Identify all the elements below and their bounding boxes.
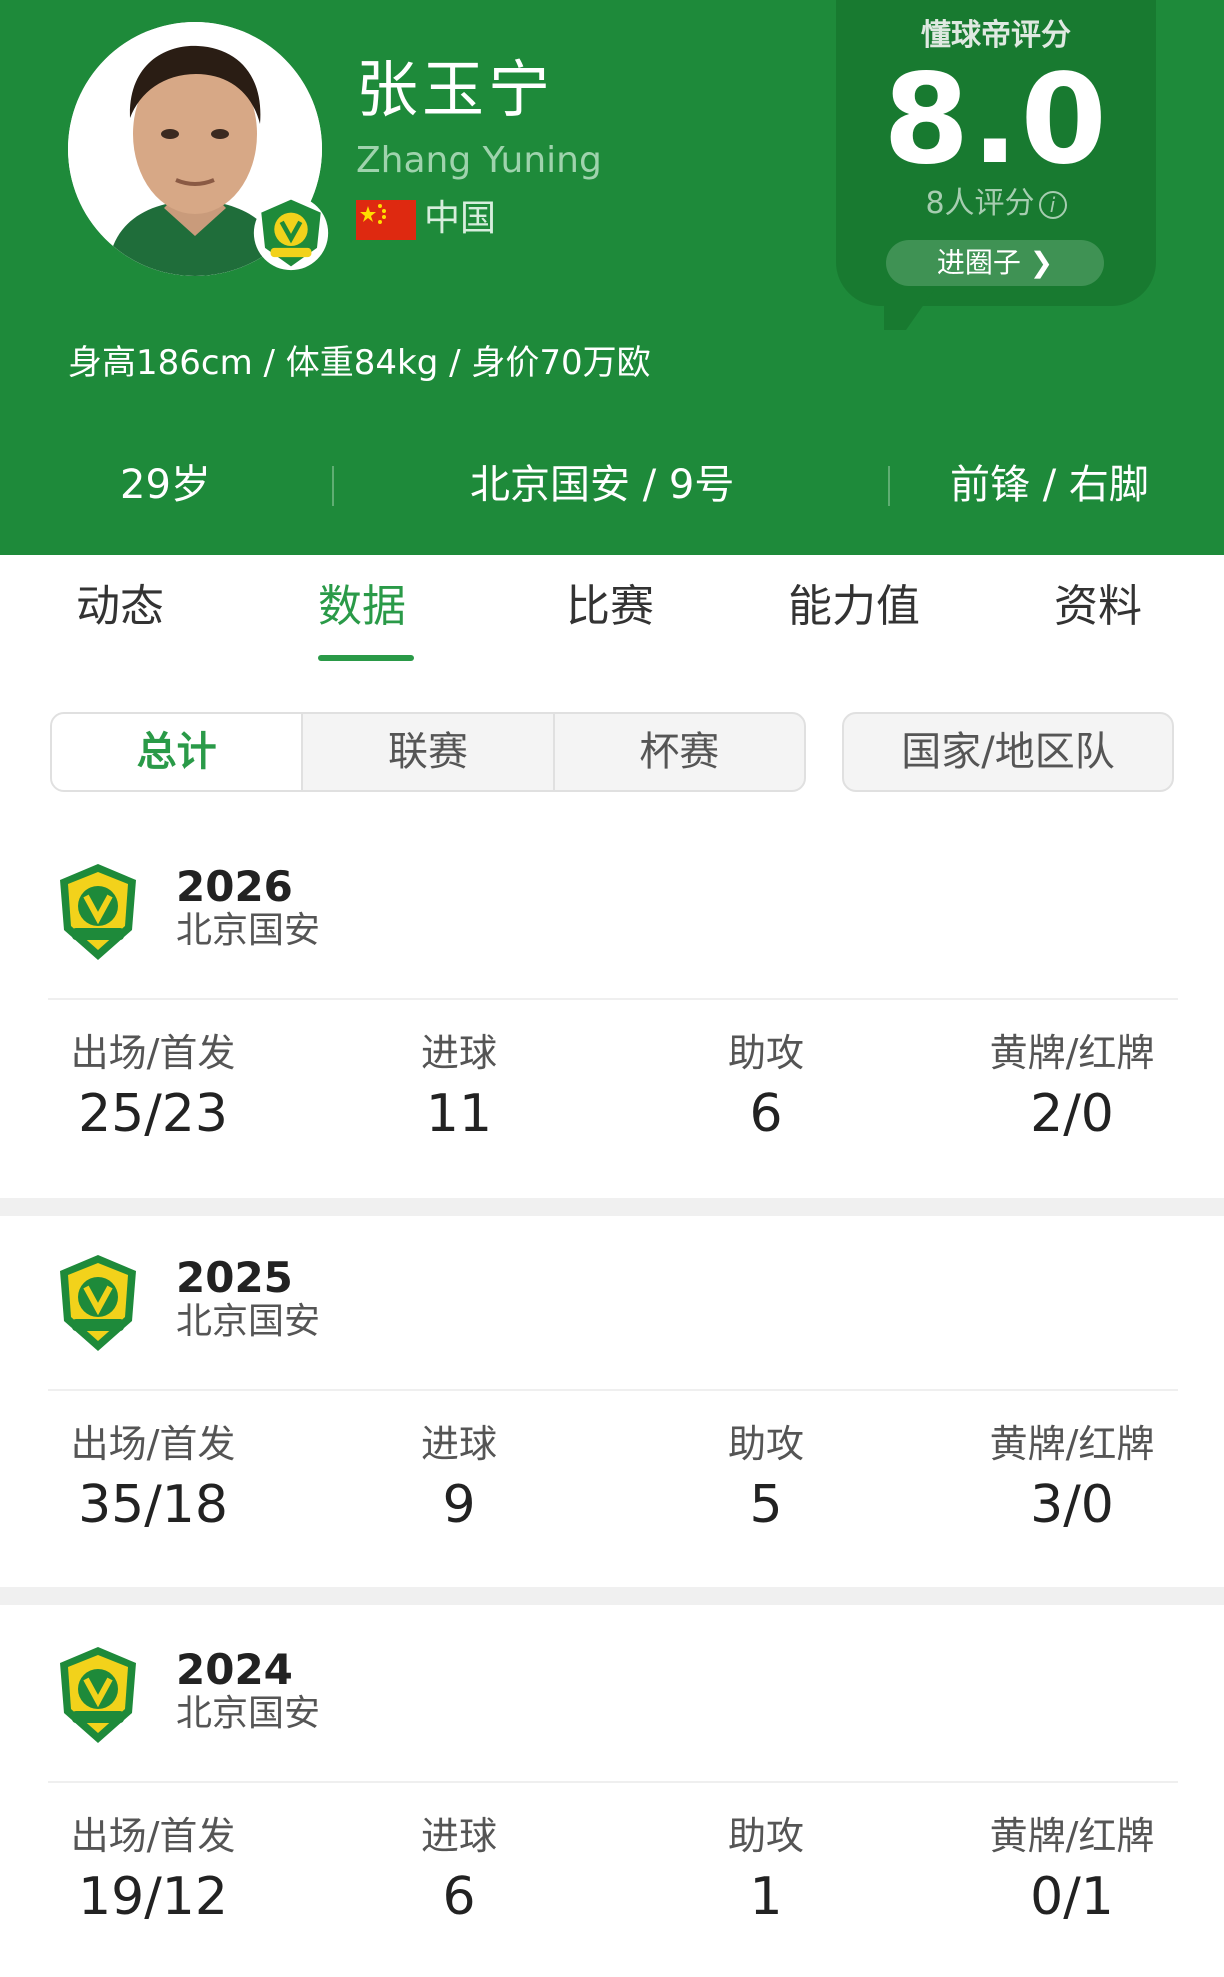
stat-value: 9 <box>442 1475 476 1535</box>
stat-value: 35/18 <box>78 1475 228 1535</box>
season-year: 2026 <box>176 862 293 911</box>
player-position-foot: 前锋 / 右脚 <box>950 462 1149 508</box>
filter-cup[interactable]: 杯赛 <box>555 714 804 790</box>
tab-news[interactable]: 动态 <box>76 575 164 639</box>
stat-assists: 助攻 5 <box>636 1419 896 1537</box>
player-meta-row: 29岁 北京国安 / 9号 前锋 / 右脚 <box>0 450 1224 520</box>
club-badge-icon <box>253 195 329 271</box>
section-gap <box>0 1198 1224 1216</box>
rating-score: 8.0 <box>883 48 1109 192</box>
profile-tabs: 动态 数据 比赛 能力值 资料 <box>0 555 1224 665</box>
join-circle-button[interactable]: 进圈子 ❯ <box>886 240 1104 286</box>
stat-assists: 助攻 6 <box>636 1028 896 1146</box>
season-team: 北京国安 <box>176 910 321 951</box>
stat-label: 助攻 <box>727 1422 804 1466</box>
stat-label: 进球 <box>420 1814 497 1858</box>
stat-value: 6 <box>749 1084 783 1144</box>
stat-value: 0/1 <box>1030 1867 1114 1927</box>
season-year: 2024 <box>176 1645 293 1694</box>
section-gap <box>0 1587 1224 1605</box>
tab-profile[interactable]: 资料 <box>1054 575 1142 639</box>
stat-label: 助攻 <box>727 1814 804 1858</box>
season-team: 北京国安 <box>176 1693 321 1734</box>
club-badge-icon <box>60 864 136 960</box>
stat-label: 出场/首发 <box>70 1422 236 1466</box>
season-divider <box>48 998 1178 1000</box>
rating-bubble-tail <box>884 290 934 330</box>
meta-divider <box>888 466 890 506</box>
filter-total[interactable]: 总计 <box>52 714 304 790</box>
rating-count: 8人评分 <box>925 186 1035 221</box>
china-flag-icon <box>356 200 416 240</box>
stat-apps: 出场/首发 19/12 <box>23 1811 283 1929</box>
stat-cards: 黄牌/红牌 3/0 <box>942 1419 1202 1537</box>
stat-label: 进球 <box>420 1422 497 1466</box>
stat-goals: 进球 6 <box>329 1811 589 1929</box>
active-tab-indicator <box>318 655 414 661</box>
season-divider <box>48 1781 1178 1783</box>
stat-value: 2/0 <box>1030 1084 1114 1144</box>
stat-label: 黄牌/红牌 <box>989 1422 1155 1466</box>
season-card[interactable]: 2026 北京国安 出场/首发 25/23 进球 11 助攻 6 黄牌/红牌 2… <box>0 862 1224 1198</box>
club-badge-icon <box>60 1255 136 1351</box>
season-card[interactable]: 2025 北京国安 出场/首发 35/18 进球 9 助攻 5 黄牌/红牌 3/… <box>0 1253 1224 1587</box>
rating-count-row: 8人评分 i <box>836 178 1156 222</box>
player-header: 张玉宁 Zhang Yuning 中国 身高186cm / 体重84kg / 身… <box>0 0 1224 555</box>
player-country: 中国 <box>424 198 497 239</box>
season-divider <box>48 1389 1178 1391</box>
rating-card[interactable]: 懂球帝评分 8.0 8人评分 i 进圈子 ❯ <box>836 0 1156 306</box>
stat-value: 6 <box>442 1867 476 1927</box>
stat-goals: 进球 9 <box>329 1419 589 1537</box>
stat-apps: 出场/首发 35/18 <box>23 1419 283 1537</box>
stat-assists: 助攻 1 <box>636 1811 896 1929</box>
tab-ability[interactable]: 能力值 <box>788 575 920 639</box>
stat-apps: 出场/首发 25/23 <box>23 1028 283 1146</box>
season-card[interactable]: 2024 北京国安 出场/首发 19/12 进球 6 助攻 1 黄牌/红牌 0/… <box>0 1645 1224 1977</box>
player-name-cn: 张玉宁 <box>356 53 555 126</box>
stat-value: 11 <box>425 1084 493 1144</box>
competition-filter: 总计 联赛 杯赛 <box>50 712 806 792</box>
stat-value: 3/0 <box>1030 1475 1114 1535</box>
player-club-number[interactable]: 北京国安 / 9号 <box>470 450 734 520</box>
stat-goals: 进球 11 <box>329 1028 589 1146</box>
season-team: 北京国安 <box>176 1301 321 1342</box>
stat-cards: 黄牌/红牌 0/1 <box>942 1811 1202 1929</box>
info-icon[interactable]: i <box>1038 190 1067 219</box>
stat-label: 黄牌/红牌 <box>989 1031 1155 1075</box>
tab-matches[interactable]: 比赛 <box>566 575 654 639</box>
stat-value: 5 <box>749 1475 783 1535</box>
club-badge-icon <box>60 1647 136 1743</box>
stat-value: 1 <box>749 1867 783 1927</box>
stat-label: 黄牌/红牌 <box>989 1814 1155 1858</box>
stat-label: 进球 <box>420 1031 497 1075</box>
filter-league[interactable]: 联赛 <box>303 714 555 790</box>
player-age: 29岁 <box>120 462 211 508</box>
tab-data[interactable]: 数据 <box>318 575 406 639</box>
stat-label: 出场/首发 <box>70 1814 236 1858</box>
filter-national-team[interactable]: 国家/地区队 <box>842 712 1174 792</box>
meta-divider <box>332 466 334 506</box>
stat-cards: 黄牌/红牌 2/0 <box>942 1028 1202 1146</box>
stat-label: 出场/首发 <box>70 1031 236 1075</box>
season-year: 2025 <box>176 1253 293 1302</box>
player-body-stats: 身高186cm / 体重84kg / 身价70万欧 <box>68 343 651 383</box>
stat-label: 助攻 <box>727 1031 804 1075</box>
stat-value: 19/12 <box>78 1867 228 1927</box>
player-name-en: Zhang Yuning <box>356 140 602 181</box>
stat-value: 25/23 <box>78 1084 228 1144</box>
